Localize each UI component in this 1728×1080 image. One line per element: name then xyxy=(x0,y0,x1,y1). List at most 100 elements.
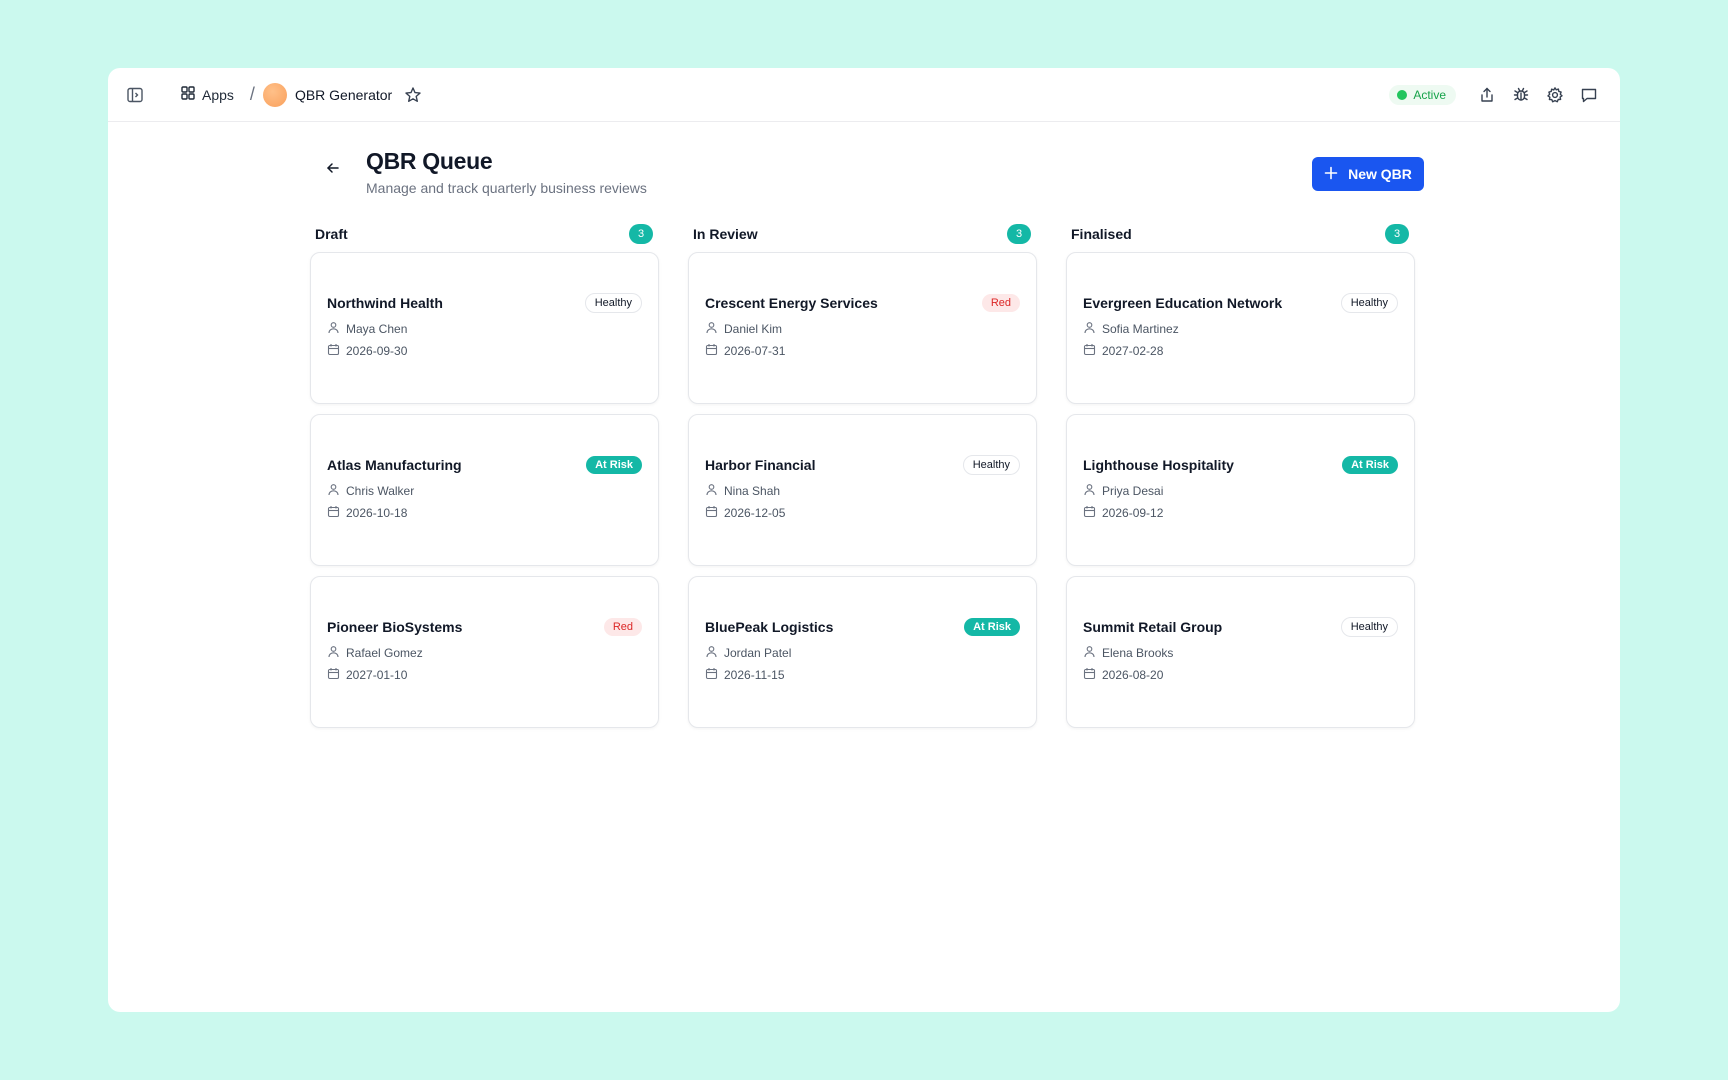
due-date: 2026-09-12 xyxy=(1102,505,1164,520)
owner-name: Chris Walker xyxy=(346,483,415,498)
owner-row: Chris Walker xyxy=(327,483,642,499)
owner-row: Priya Desai xyxy=(1083,483,1398,499)
calendar-icon xyxy=(705,505,718,521)
owner-name: Nina Shah xyxy=(724,483,781,498)
due-date: 2026-12-05 xyxy=(724,505,786,520)
apps-label: Apps xyxy=(202,86,234,103)
date-row: 2027-02-28 xyxy=(1083,343,1398,359)
calendar-icon xyxy=(327,505,340,521)
page-subtitle: Manage and track quarterly business revi… xyxy=(366,180,647,196)
card-header: BluePeak Logistics At Risk xyxy=(705,617,1020,637)
share-icon[interactable] xyxy=(1476,84,1498,106)
back-arrow-icon[interactable] xyxy=(322,157,344,179)
owner-row: Elena Brooks xyxy=(1083,645,1398,661)
owner-name: Maya Chen xyxy=(346,321,408,336)
owner-row: Sofia Martinez xyxy=(1083,321,1398,337)
card-header: Northwind Health Healthy xyxy=(327,293,642,313)
app-name[interactable]: QBR Generator xyxy=(295,87,392,103)
kanban-board: Draft 3 Northwind Health Healthy Maya Chen 20… xyxy=(310,220,1424,738)
calendar-icon xyxy=(1083,667,1096,683)
due-date: 2027-02-28 xyxy=(1102,343,1164,358)
main-content: QBR Queue Manage and track quarterly bus… xyxy=(310,148,1424,738)
health-badge: At Risk xyxy=(586,456,642,474)
owner-name: Daniel Kim xyxy=(724,321,783,336)
qbr-card[interactable]: Lighthouse Hospitality At Risk Priya Desai… xyxy=(1066,414,1415,566)
qbr-card[interactable]: Atlas Manufacturing At Risk Chris Walker 20… xyxy=(310,414,659,566)
column-header: Finalised 3 xyxy=(1066,220,1415,248)
person-icon xyxy=(1083,483,1096,499)
column-count-badge: 3 xyxy=(629,224,653,244)
date-row: 2026-09-30 xyxy=(327,343,642,359)
health-badge: Healthy xyxy=(962,455,1020,475)
star-icon[interactable] xyxy=(402,84,424,106)
sidebar-toggle-icon[interactable] xyxy=(124,84,146,106)
column-title: In Review xyxy=(693,226,758,242)
person-icon xyxy=(1083,321,1096,337)
card-header: Crescent Energy Services Red xyxy=(705,293,1020,313)
status-dot-icon xyxy=(1397,90,1408,100)
account-name: Summit Retail Group xyxy=(1083,619,1223,635)
calendar-icon xyxy=(1083,343,1096,359)
card-header: Pioneer BioSystems Red xyxy=(327,617,642,637)
apps-link[interactable]: Apps xyxy=(180,85,234,104)
due-date: 2027-01-10 xyxy=(346,667,408,682)
owner-name: Elena Brooks xyxy=(1102,645,1174,660)
topbar-left: Apps / QBR Generator xyxy=(124,82,424,107)
column-count-badge: 3 xyxy=(1385,224,1409,244)
card-header: Lighthouse Hospitality At Risk xyxy=(1083,455,1398,475)
qbr-card[interactable]: Summit Retail Group Healthy Elena Brooks 20… xyxy=(1066,576,1415,728)
qbr-card[interactable]: Northwind Health Healthy Maya Chen 2026-09-… xyxy=(310,252,659,404)
due-date: 2026-10-18 xyxy=(346,505,408,520)
calendar-icon xyxy=(705,343,718,359)
card-header: Summit Retail Group Healthy xyxy=(1083,617,1398,637)
account-name: Evergreen Education Network xyxy=(1083,295,1283,311)
gear-icon[interactable] xyxy=(1544,84,1566,106)
person-icon xyxy=(327,645,340,661)
status-badge: Active xyxy=(1389,85,1456,105)
person-icon xyxy=(327,483,340,499)
chat-icon[interactable] xyxy=(1578,84,1600,106)
date-row: 2026-11-15 xyxy=(705,667,1020,683)
health-badge: Healthy xyxy=(1340,617,1398,637)
person-icon xyxy=(1083,645,1096,661)
account-name: Atlas Manufacturing xyxy=(327,457,462,473)
owner-row: Maya Chen xyxy=(327,321,642,337)
calendar-icon xyxy=(327,667,340,683)
qbr-card[interactable]: Crescent Energy Services Red Daniel Kim 202… xyxy=(688,252,1037,404)
qbr-card[interactable]: Pioneer BioSystems Red Rafael Gomez 2027-01… xyxy=(310,576,659,728)
new-qbr-button[interactable]: New QBR xyxy=(1312,157,1424,191)
topbar-right: Active xyxy=(1389,68,1600,122)
calendar-icon xyxy=(705,667,718,683)
page-title: QBR Queue xyxy=(366,148,493,174)
owner-name: Jordan Patel xyxy=(724,645,792,660)
person-icon xyxy=(705,483,718,499)
column-finalised: Finalised 3 Evergreen Education Network Hea… xyxy=(1066,220,1415,738)
top-bar: Apps / QBR Generator Active xyxy=(108,68,1620,122)
column-in-review: In Review 3 Crescent Energy Services Red Dan… xyxy=(688,220,1037,738)
qbr-card[interactable]: Harbor Financial Healthy Nina Shah 2026-12-… xyxy=(688,414,1037,566)
date-row: 2026-07-31 xyxy=(705,343,1020,359)
health-badge: Healthy xyxy=(584,293,642,313)
calendar-icon xyxy=(327,343,340,359)
health-badge: Red xyxy=(981,294,1020,312)
page-header: QBR Queue Manage and track quarterly bus… xyxy=(310,148,1424,214)
column-count-badge: 3 xyxy=(1007,224,1031,244)
date-row: 2026-12-05 xyxy=(705,505,1020,521)
account-name: Pioneer BioSystems xyxy=(327,619,463,635)
column-header: In Review 3 xyxy=(688,220,1037,248)
person-icon xyxy=(327,321,340,337)
owner-row: Daniel Kim xyxy=(705,321,1020,337)
person-icon xyxy=(705,645,718,661)
owner-name: Sofia Martinez xyxy=(1102,321,1179,336)
account-name: Northwind Health xyxy=(327,295,443,311)
status-label: Active xyxy=(1413,88,1446,102)
date-row: 2026-09-12 xyxy=(1083,505,1398,520)
app-window: Apps / QBR Generator Active QBR Queue Ma… xyxy=(108,68,1620,1012)
bug-icon[interactable] xyxy=(1510,84,1532,106)
qbr-card[interactable]: Evergreen Education Network Healthy Sofia … xyxy=(1066,252,1415,404)
app-avatar xyxy=(262,82,287,107)
owner-row: Rafael Gomez xyxy=(327,645,642,661)
qbr-card[interactable]: BluePeak Logistics At Risk Jordan Patel 202… xyxy=(688,576,1037,728)
due-date: 2026-09-30 xyxy=(346,343,408,358)
person-icon xyxy=(705,321,718,337)
